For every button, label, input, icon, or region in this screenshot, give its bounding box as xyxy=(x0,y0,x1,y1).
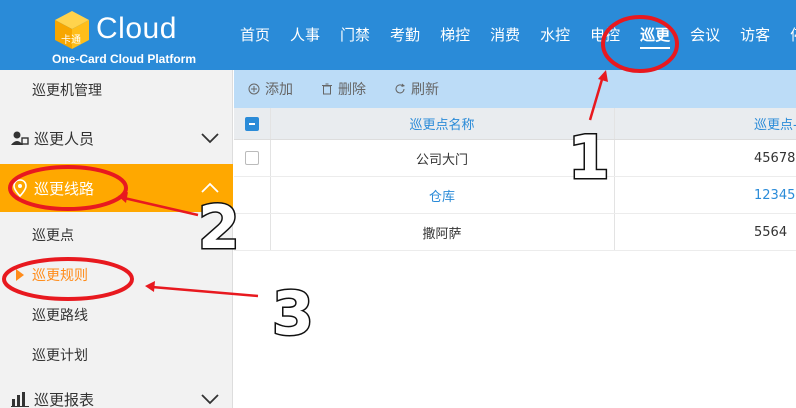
cell-name: 撒阿萨 xyxy=(422,226,462,242)
sidebar-item-patrol-plan[interactable]: 巡更计划 xyxy=(0,335,233,375)
app-root: 卡通 Cloud One-Card Cloud Platform 首页 人事 门… xyxy=(0,0,796,408)
sidebar-group-label: 巡更报表 xyxy=(34,390,95,408)
cube-text: 卡通 xyxy=(61,33,81,46)
sidebar-group-patrol-route[interactable]: 巡更线路 xyxy=(0,164,233,212)
sidebar-item-patrol-point[interactable]: 巡更点 xyxy=(0,215,233,255)
add-button[interactable]: 添加 xyxy=(248,79,293,99)
sidebar-item-label: 巡更机管理 xyxy=(32,83,102,99)
delete-label: 删除 xyxy=(338,82,366,98)
table-row[interactable]: 撒阿萨 5564 xyxy=(234,214,796,251)
cube-logo-icon: 卡通 xyxy=(55,11,89,49)
table-header: 巡更点名称 巡更点- xyxy=(234,108,796,140)
trash-icon xyxy=(322,83,332,95)
sidebar-item-label: 巡更规则 xyxy=(32,268,88,284)
cell-name: 公司大门 xyxy=(415,152,468,168)
nav-item-attendance[interactable]: 考勤 xyxy=(380,0,430,70)
map-pin-icon xyxy=(10,178,30,198)
select-all-checkbox[interactable] xyxy=(245,116,259,131)
refresh-button[interactable]: 刷新 xyxy=(394,79,439,99)
chevron-up-icon xyxy=(201,182,219,193)
nav-item-patrol[interactable]: 巡更 xyxy=(630,0,680,70)
nav-item-consumption[interactable]: 消费 xyxy=(480,0,530,70)
sidebar-item-patrol-device-manage[interactable]: 巡更机管理 xyxy=(0,70,233,110)
cell-code: 5564 xyxy=(754,224,788,240)
column-divider xyxy=(614,177,615,213)
column-divider xyxy=(614,108,615,139)
sidebar-group-label: 巡更线路 xyxy=(34,179,95,198)
nav-item-visitor[interactable]: 访客 xyxy=(730,0,780,70)
column-header-code[interactable]: 巡更点- xyxy=(754,108,796,139)
bar-chart-icon xyxy=(10,389,30,408)
sidebar-item-patrol-path[interactable]: 巡更路线 xyxy=(0,295,233,335)
sidebar-item-label: 巡更路线 xyxy=(32,308,88,324)
plus-circle-icon xyxy=(248,83,260,95)
table-row[interactable]: 仓库 12345 xyxy=(234,177,796,214)
person-card-icon xyxy=(10,128,30,148)
column-divider xyxy=(614,140,615,176)
main-nav: 首页 人事 门禁 考勤 梯控 消费 水控 电控 巡更 会议 访客 停 xyxy=(230,0,796,70)
cell-code: 45678 xyxy=(754,150,796,166)
add-label: 添加 xyxy=(265,82,293,98)
sidebar-group-label: 巡更人员 xyxy=(34,129,95,148)
nav-item-access[interactable]: 门禁 xyxy=(330,0,380,70)
refresh-label: 刷新 xyxy=(411,82,439,98)
nav-item-meeting[interactable]: 会议 xyxy=(680,0,730,70)
annotation-number-3: 3 xyxy=(272,279,314,349)
logo-word: Cloud xyxy=(96,12,177,45)
patrol-point-table: 巡更点名称 巡更点- 公司大门 45678 仓库 12345 撒阿萨 5564 xyxy=(234,108,796,251)
cell-name: 仓库 xyxy=(428,189,455,205)
row-checkbox[interactable] xyxy=(245,151,259,165)
delete-button[interactable]: 删除 xyxy=(321,79,366,99)
chevron-down-icon xyxy=(201,133,219,144)
sidebar-group-patrol-report[interactable]: 巡更报表 xyxy=(0,375,233,408)
nav-item-home[interactable]: 首页 xyxy=(230,0,280,70)
cell-code: 12345 xyxy=(754,187,796,203)
chevron-down-icon xyxy=(201,394,219,405)
refresh-icon xyxy=(395,83,405,94)
sidebar-item-patrol-rule[interactable]: 巡更规则 xyxy=(0,255,233,295)
column-divider xyxy=(614,214,615,250)
nav-item-parking[interactable]: 停 xyxy=(780,0,796,70)
brand-logo[interactable]: 卡通 Cloud One-Card Cloud Platform xyxy=(52,8,202,66)
current-marker-icon xyxy=(16,269,24,281)
top-bar: 卡通 Cloud One-Card Cloud Platform 首页 人事 门… xyxy=(0,0,796,70)
sidebar: 巡更机管理 巡更人员 巡更线路 巡更点 巡更规则 巡更路线 巡更计划 巡更报表 xyxy=(0,70,233,408)
sidebar-item-label: 巡更点 xyxy=(32,228,74,244)
logo-subtitle: One-Card Cloud Platform xyxy=(52,52,197,66)
sidebar-group-patrol-staff[interactable]: 巡更人员 xyxy=(0,114,233,162)
nav-item-elevator[interactable]: 梯控 xyxy=(430,0,480,70)
table-row[interactable]: 公司大门 45678 xyxy=(234,140,796,177)
toolbar: 添加 删除 刷新 xyxy=(234,70,796,108)
nav-item-power[interactable]: 电控 xyxy=(580,0,630,70)
nav-item-personnel[interactable]: 人事 xyxy=(280,0,330,70)
nav-item-water[interactable]: 水控 xyxy=(530,0,580,70)
column-header-name[interactable]: 巡更点名称 xyxy=(270,108,614,139)
sidebar-item-label: 巡更计划 xyxy=(32,348,88,364)
